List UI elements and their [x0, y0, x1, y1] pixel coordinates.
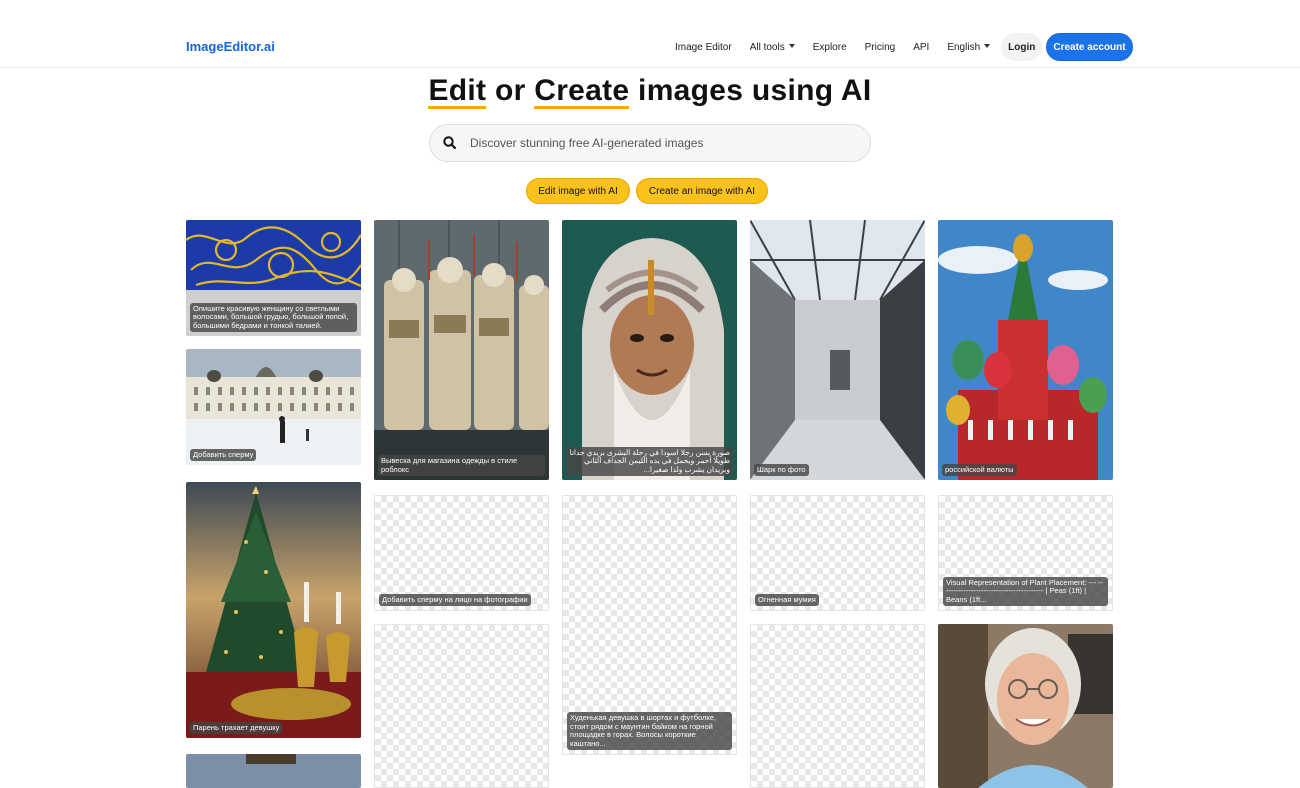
- image-caption: Добавить сперму на лицо на фотографии: [379, 593, 531, 606]
- gallery-item[interactable]: Огненная мумия: [750, 495, 925, 611]
- title-highlight-edit: Edit: [428, 74, 487, 107]
- image-caption: Вывеска для магазина одежды в стиле робл…: [378, 455, 545, 476]
- gallery-item[interactable]: Опишите красивую женщину со светлыми вол…: [186, 220, 361, 336]
- gallery-image: [938, 624, 1113, 788]
- image-caption: Худенькая девушка в шортах и футболке, с…: [567, 712, 732, 750]
- image-caption: Шарк по фото: [754, 463, 809, 476]
- gallery-item[interactable]: Добавить сперму на лицо на фотографии: [374, 495, 549, 611]
- brand-logo[interactable]: ImageEditor.ai: [186, 39, 275, 54]
- search-icon[interactable]: [442, 135, 458, 151]
- nav-all-tools-dropdown[interactable]: All tools: [741, 42, 804, 53]
- image-caption: Огненная мумия: [755, 593, 819, 606]
- image-caption: российской валюты: [942, 463, 1017, 476]
- gallery-item[interactable]: صورة بسن رجلا اسودا في رحلة البشرى بريدي…: [562, 220, 737, 480]
- login-button[interactable]: Login: [1001, 33, 1043, 61]
- gallery-image: [374, 220, 549, 480]
- gallery-image: [750, 220, 925, 480]
- gallery-image: [186, 754, 361, 788]
- image-caption: صورة بسن رجلا اسودا في رحلة البشرى بريدي…: [566, 446, 733, 476]
- create-account-button[interactable]: Create account: [1046, 33, 1133, 61]
- gallery-image: [562, 220, 737, 480]
- nav-explore[interactable]: Explore: [804, 42, 856, 53]
- gallery-item[interactable]: Худенькая девушка в шортах и футболке, с…: [562, 495, 737, 755]
- create-image-button[interactable]: Create an image with AI: [636, 178, 768, 204]
- search-bar: [429, 124, 871, 162]
- gallery-item[interactable]: [750, 624, 925, 788]
- gallery-item[interactable]: Шарк по фото: [750, 220, 925, 480]
- gallery-item[interactable]: Парень трахает девушку: [186, 482, 361, 738]
- image-caption: Опишите красивую женщину со светлыми вол…: [190, 302, 357, 332]
- nav-api[interactable]: API: [904, 42, 938, 53]
- gallery-item[interactable]: [938, 624, 1113, 788]
- gallery-item[interactable]: российской валюты: [938, 220, 1113, 480]
- image-caption: Добавить сперму: [190, 448, 257, 461]
- image-caption: Visual Representation of Plant Placement…: [943, 576, 1108, 606]
- gallery-image: [186, 482, 361, 738]
- nav-image-editor[interactable]: Image Editor: [666, 42, 741, 53]
- title-text-rest: images using AI: [629, 74, 872, 107]
- gallery-item[interactable]: Добавить сперму: [186, 349, 361, 465]
- gallery-image: [938, 220, 1113, 480]
- nav-menu: Image Editor All tools Explore Pricing A…: [666, 33, 1133, 61]
- image-caption: Парень трахает девушку: [190, 721, 283, 734]
- gallery-item[interactable]: Вывеска для магазина одежды в стиле робл…: [374, 220, 549, 480]
- title-text: or: [486, 74, 535, 107]
- edit-image-button[interactable]: Edit image with AI: [526, 178, 630, 204]
- language-dropdown[interactable]: English: [938, 42, 999, 53]
- gallery-item[interactable]: [186, 754, 361, 788]
- page-title: Edit or Create images using AI: [0, 74, 1300, 108]
- gallery-image: [186, 349, 361, 465]
- title-highlight-create: Create: [534, 74, 630, 107]
- gallery-item[interactable]: [374, 624, 549, 788]
- top-navbar: ImageEditor.ai Image Editor All tools Ex…: [0, 0, 1300, 68]
- search-input[interactable]: [470, 125, 860, 161]
- nav-pricing[interactable]: Pricing: [856, 42, 905, 53]
- gallery-item[interactable]: Visual Representation of Plant Placement…: [938, 495, 1113, 611]
